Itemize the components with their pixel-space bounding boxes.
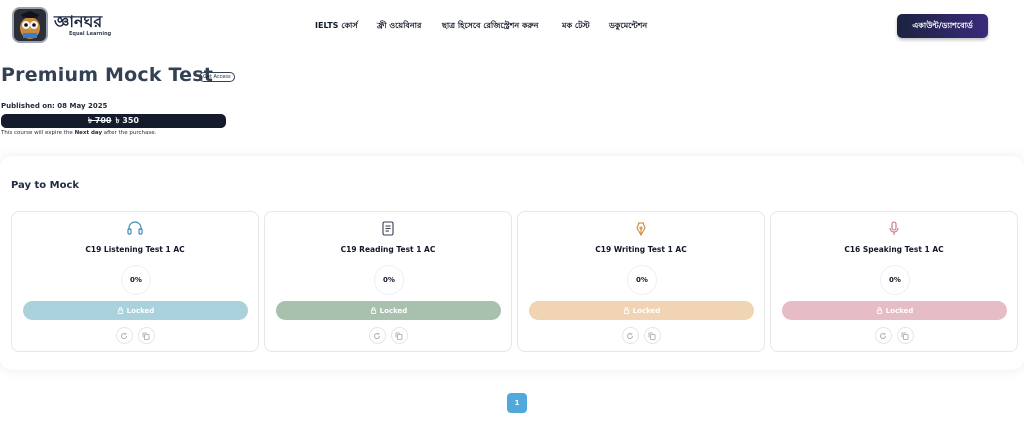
mock-panel: Pay to Mock C19 Listening Test 1 AC 0% L… [0,156,1024,370]
mock-card-writing[interactable]: C19 Writing Test 1 AC 0% Locked [517,211,765,352]
new-price: ৳ 350 [115,115,139,125]
pen-nib-icon [632,220,650,236]
card-actions [265,327,511,344]
locked-label: Locked [379,306,408,315]
retake-button[interactable] [621,327,639,344]
progress-circle: 0% [627,265,657,295]
copy-icon [901,332,909,340]
expiry-bold: Next day [74,130,103,136]
expiry-note: This course will expire the Next day aft… [1,130,156,136]
owl-logo-icon[interactable] [12,7,48,43]
locked-button[interactable]: Locked [529,301,754,320]
refresh-icon [121,332,127,339]
nav-ielts-course[interactable]: IELTS কোর্স [315,20,358,33]
document-icon [379,220,397,236]
expiry-suffix: after the purchase. [102,130,157,136]
nav-mock-test[interactable]: মক টেস্ট [562,20,590,33]
progress-circle: 0% [374,265,404,295]
mock-card-reading[interactable]: C19 Reading Test 1 AC 0% Locked [264,211,512,352]
page-title: Premium Mock Test [1,64,214,86]
retake-button[interactable] [874,327,892,344]
get-access-badge[interactable]: Get Access [199,72,235,82]
headphones-icon [126,220,144,236]
copy-icon [395,332,403,340]
copy-icon [142,332,150,340]
lock-icon [370,307,376,314]
mock-card-listening[interactable]: C19 Listening Test 1 AC 0% Locked [11,211,259,352]
card-actions [771,327,1017,344]
card-actions [518,327,764,344]
expiry-prefix: This course will expire the [1,130,75,136]
microphone-icon [885,220,903,236]
locked-label: Locked [885,306,914,315]
lock-icon [117,307,123,314]
locked-button[interactable]: Locked [23,301,248,320]
card-title: C16 Speaking Test 1 AC [844,245,944,254]
card-title: C19 Listening Test 1 AC [85,245,185,254]
nav-free-webinar[interactable]: ফ্রী ওয়েবিনার [377,20,421,33]
copy-icon [648,332,656,340]
nav-student-registration[interactable]: ছাত্র হিসেবে রেজিস্ট্রেশন করুন [442,20,538,33]
nav-documentation[interactable]: ডকুমেন্টেশন [609,20,647,33]
lock-icon [876,307,882,314]
lock-icon [623,307,629,314]
old-price: ৳ 700 [88,115,112,125]
refresh-icon [374,332,380,339]
progress-circle: 0% [880,265,910,295]
card-actions [12,327,258,344]
report-button[interactable] [643,327,661,344]
price-bar: ৳ 700 ৳ 350 [1,114,226,128]
pagination-page-1[interactable]: 1 [507,393,527,413]
published-date: Published on: 08 May 2025 [1,102,108,110]
brand-tagline: Equal Learning [69,31,112,37]
report-button[interactable] [896,327,914,344]
retake-button[interactable] [115,327,133,344]
account-dashboard-button[interactable]: একাউন্ট/ড্যাশবোর্ড [897,14,988,38]
locked-button[interactable]: Locked [782,301,1007,320]
report-button[interactable] [390,327,408,344]
progress-circle: 0% [121,265,151,295]
refresh-icon [627,332,633,339]
locked-label: Locked [632,306,661,315]
mock-card-speaking[interactable]: C16 Speaking Test 1 AC 0% Locked [770,211,1018,352]
locked-button[interactable]: Locked [276,301,501,320]
refresh-icon [880,332,886,339]
retake-button[interactable] [368,327,386,344]
locked-label: Locked [126,306,155,315]
section-title: Pay to Mock [11,180,80,191]
card-title: C19 Writing Test 1 AC [595,245,687,254]
top-navbar: জ্ঞানঘর Equal Learning IELTS কোর্স ফ্রী … [0,0,1024,52]
report-button[interactable] [137,327,155,344]
card-title: C19 Reading Test 1 AC [340,245,436,254]
